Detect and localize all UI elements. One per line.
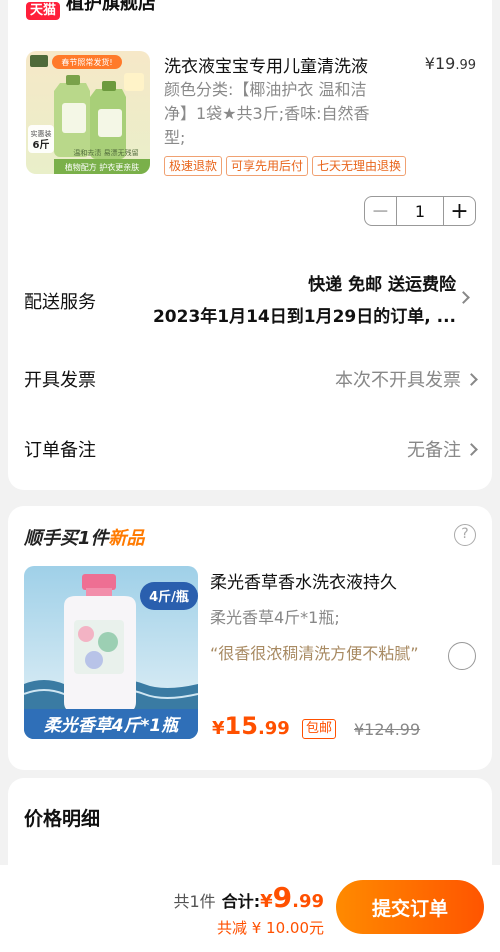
thumb-footer: 植物配方 护衣更亲肤 [65,162,140,172]
new-label: 新品 [108,528,145,549]
spec-line: 型; [164,128,186,147]
store-header[interactable]: 天猫 植护旗舰店 [26,0,156,22]
price-int: 9 [272,881,293,914]
price-dec: .99 [257,718,290,739]
price-int: 15 [224,712,258,740]
quantity-stepper: − 1 + [364,196,476,226]
thumb-caption: 柔光香草4斤*1瓶 [44,716,182,736]
product-price: ¥19.99 [425,54,476,73]
tag-pay-later: 可享先用后付 [226,156,309,176]
tmall-badge: 天猫 [26,2,61,20]
price-symbol: ¥ [260,891,273,912]
total-price: ¥9.99 [260,881,324,914]
thumb-weight-label: 实惠装 [31,129,52,138]
total-label: 合计: [221,892,261,911]
submit-order-button[interactable]: 提交订单 [336,880,484,934]
order-card: 天猫 植护旗舰店 春节照常发货! 实惠装 6斤 温和去渍 易漂无残留 植物配方 … [8,0,492,490]
invoice-value[interactable]: 本次不开具发票 [335,366,461,392]
spec-line: 净】1袋★共3斤;香味:自然香 [164,104,370,123]
price-detail-title: 价格明细 [24,808,101,830]
upsell-card: 顺手买1件新品 ? 4斤/瓶 柔光香草4斤*1瓶 柔光香草香水洗衣液持久 柔光香… [8,506,492,770]
upsell-price: ¥15.99 [212,712,290,740]
thumb-badge: 4斤/瓶 [149,589,189,605]
delivery-date-range[interactable]: 2023年1月14日到1月29日的订单, ... [153,302,456,327]
price-symbol: ¥ [212,718,225,739]
product-thumbnail[interactable]: 春节照常发货! 实惠装 6斤 温和去渍 易漂无残留 植物配方 护衣更亲肤 [26,51,150,174]
upsell-spec: 柔光香草4斤*1瓶; [210,608,340,627]
discount-text[interactable]: 共减 ¥ 10.00元 [217,917,324,938]
tag-fast-refund: 极速退款 [164,156,223,176]
price-dec: .99 [455,58,476,73]
thumb-slogan: 温和去渍 易漂无残留 [73,148,138,157]
upsell-thumbnail[interactable]: 4斤/瓶 柔光香草4斤*1瓶 [24,566,198,739]
product-title[interactable]: 洗衣液宝宝专用儿童清洗液 [164,52,404,77]
spec-line: 颜色分类:【椰油护衣 温和洁 [164,80,367,99]
total-line: 共1件 合计: ¥9.99 [174,881,325,914]
invoice-label: 开具发票 [24,370,96,391]
note-label: 订单备注 [24,440,96,461]
service-tags: 极速退款 可享先用后付 七天无理由退换 [164,156,407,176]
note-value[interactable]: 无备注 [407,436,461,462]
item-count: 共1件 [173,892,216,911]
note-row[interactable]: 无备注 [407,436,478,462]
price-symbol: ¥ [424,54,435,73]
invoice-row[interactable]: 本次不开具发票 [335,366,478,392]
upsell-heading-text: 顺手买1件 [24,528,109,549]
decrement-button[interactable]: − [365,197,397,225]
product-spec: 颜色分类:【椰油护衣 温和洁 净】1袋★共3斤;香味:自然香 型; [164,78,408,150]
price-dec: .99 [292,891,324,912]
chevron-right-icon[interactable] [465,442,478,456]
help-icon[interactable]: ? [454,524,476,546]
checkout-bar: 共1件 合计: ¥9.99 共减 ¥ 10.00元 提交订单 [0,865,500,952]
select-radio[interactable] [448,642,476,670]
delivery-method[interactable]: 快递 免邮 送运费险 [308,270,456,295]
increment-button[interactable]: + [443,197,475,225]
thumb-weight-value: 6斤 [33,138,50,151]
price-int: 19 [434,54,456,73]
chevron-right-icon[interactable] [465,372,478,386]
quantity-value[interactable]: 1 [397,197,443,225]
store-name[interactable]: 植护旗舰店 [66,0,156,15]
chevron-right-icon[interactable] [457,291,470,304]
upsell-title[interactable]: 柔光香草香水洗衣液持久 [210,568,397,593]
free-shipping-badge: 包邮 [302,719,337,739]
delivery-label: 配送服务 [24,292,96,313]
thumb-top-banner: 春节照常发货! [61,57,112,67]
tag-seven-day-return: 七天无理由退换 [312,156,407,176]
upsell-heading: 顺手买1件新品 [24,524,145,550]
original-price: ¥124.99 [354,720,421,739]
upsell-review: “很香很浓稠清洗方便不粘腻” [210,644,419,663]
